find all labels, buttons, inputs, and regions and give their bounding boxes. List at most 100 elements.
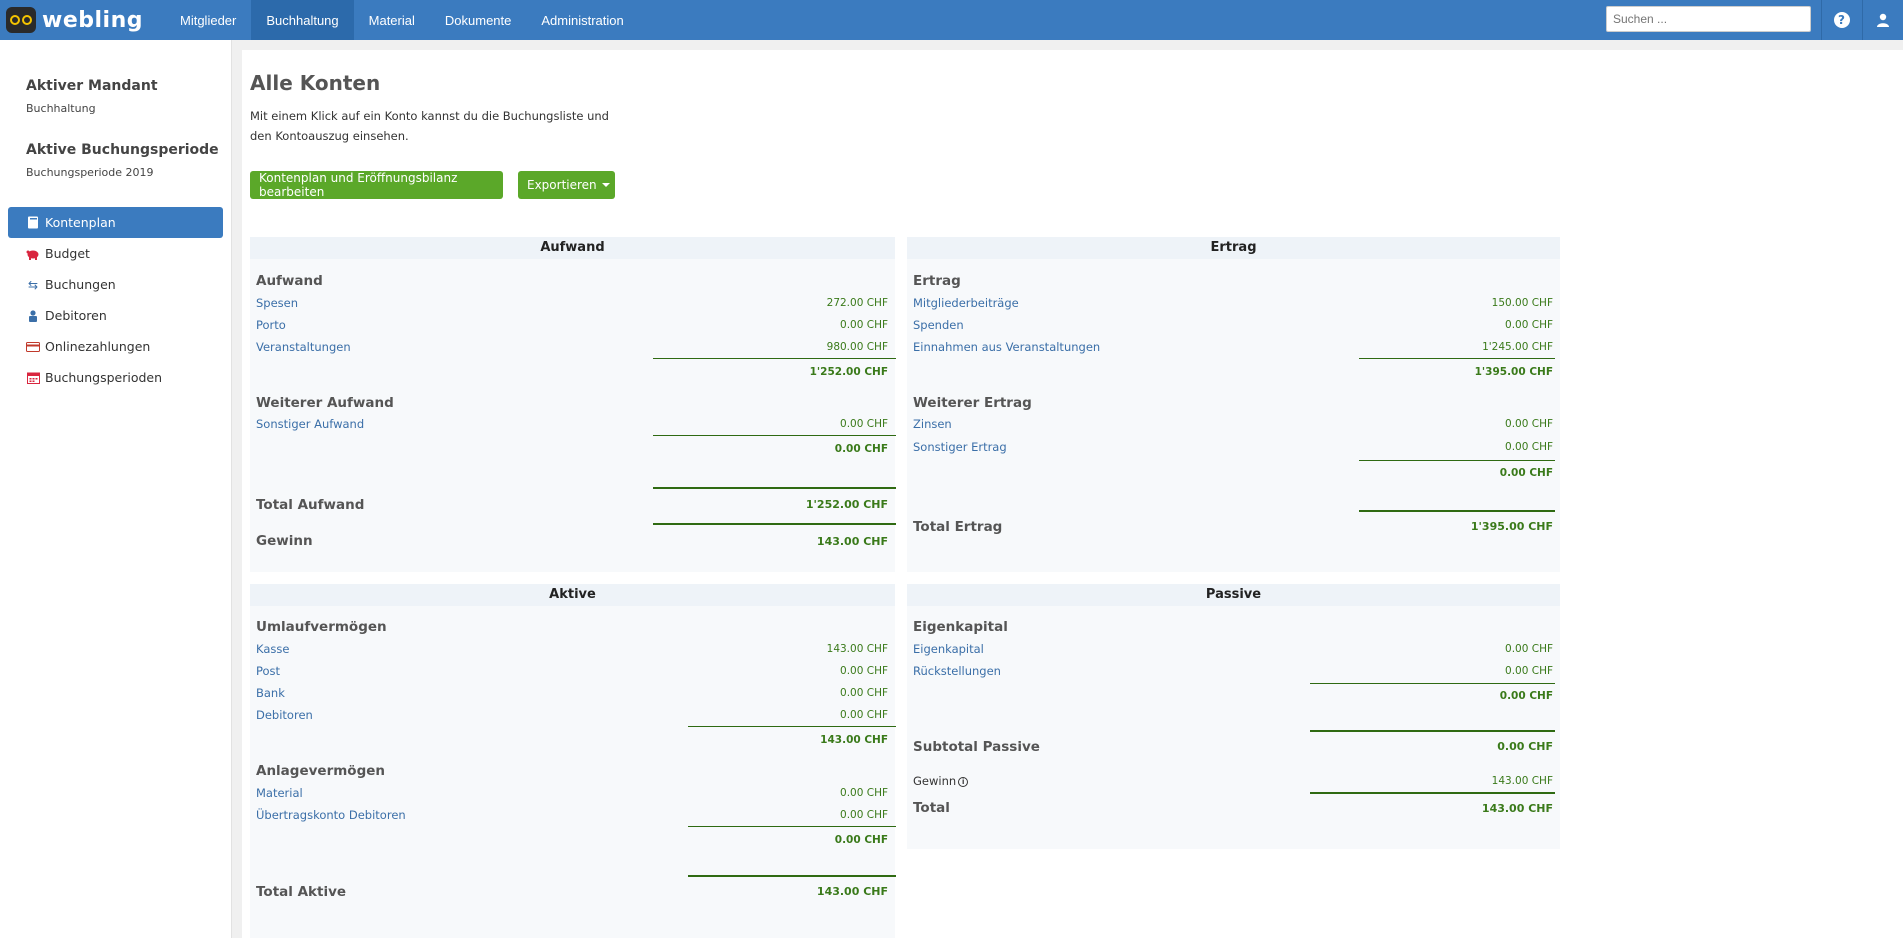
piggy-bank-icon [26,247,40,261]
total-line [688,875,896,877]
ertrag-panel: Ertrag Ertrag Mitgliederbeiträge 150.00 … [907,237,1560,572]
nav-material[interactable]: Material [354,0,430,40]
account-value: 0.00 CHF [840,809,888,821]
account-link-sonstiger-aufwand[interactable]: Sonstiger Aufwand [256,417,364,431]
subtotal-passive-label: Subtotal Passive [913,739,1040,755]
search-wrap [1606,6,1811,32]
group-sum: 1'252.00 CHF [809,366,888,378]
account-link-spesen[interactable]: Spesen [256,296,298,310]
ertrag-group-title: Ertrag [913,273,961,289]
account-value: 0.00 CHF [840,787,888,799]
account-link-sonstiger-ertrag[interactable]: Sonstiger Ertrag [913,440,1007,454]
account-link-material[interactable]: Material [256,786,303,800]
credit-card-icon [26,340,40,354]
sidebar-item-label: Budget [45,246,90,261]
total-aktive-value: 143.00 CHF [816,885,888,898]
aktive-panel: Aktive Umlaufvermögen Kasse 143.00 CHF P… [250,584,896,938]
total-line [1310,792,1555,794]
gewinn-label: Gewinn [256,533,313,549]
total-aufwand-label: Total Aufwand [256,497,365,513]
account-link-debitoren[interactable]: Debitoren [256,708,313,722]
account-link-uebertragskonto-debitoren[interactable]: Übertragskonto Debitoren [256,808,406,822]
sum-line [1359,460,1555,461]
exchange-icon: ⇆ [27,277,39,292]
sidebar-item-buchungsperioden[interactable]: Buchungsperioden [8,362,223,393]
account-link-rueckstellungen[interactable]: Rückstellungen [913,664,1001,678]
aufwand-group-title: Aufwand [256,273,323,289]
account-value: 0.00 CHF [840,709,888,721]
user-icon [1876,13,1889,27]
account-value: 0.00 CHF [1505,418,1553,430]
nav-buchhaltung[interactable]: Buchhaltung [251,0,354,40]
account-link-zinsen[interactable]: Zinsen [913,417,952,431]
account-link-eigenkapital[interactable]: Eigenkapital [913,642,984,656]
sidebar-item-debitoren[interactable]: Debitoren [8,300,223,331]
webling-logo[interactable]: webling [0,0,153,40]
search-input[interactable] [1606,6,1811,32]
logo-text: webling [42,7,143,33]
sum-line [653,435,896,436]
gewinn-value: 143.00 CHF [816,535,888,548]
account-link-kasse[interactable]: Kasse [256,642,289,656]
nav-mitglieder[interactable]: Mitglieder [165,0,251,40]
total-ertrag-label: Total Ertrag [913,519,1003,535]
sum-line [1359,358,1555,359]
nav-administration[interactable]: Administration [526,0,638,40]
passive-header: Passive [907,584,1560,606]
account-value: 1'245.00 CHF [1482,341,1553,353]
account-link-porto[interactable]: Porto [256,318,286,332]
mandant-value: Buchhaltung [26,102,96,115]
account-link-post[interactable]: Post [256,664,280,678]
caret-down-icon [601,183,610,187]
account-link-veranstaltungen[interactable]: Veranstaltungen [256,340,351,354]
sidebar-item-label: Debitoren [45,308,107,323]
aufwand-header: Aufwand [250,237,895,259]
edit-kontenplan-button[interactable]: Kontenplan und Eröffnungsbilanz bearbeit… [250,171,503,199]
total-passive-label: Total [913,800,950,816]
sum-line [688,826,896,827]
account-link-bank[interactable]: Bank [256,686,285,700]
sidebar-item-onlinezahlungen[interactable]: Onlinezahlungen [8,331,223,362]
top-bar: webling Mitglieder Buchhaltung Material … [0,0,1903,40]
total-line [1359,510,1555,512]
export-button[interactable]: Exportieren [518,171,615,199]
ertrag-header: Ertrag [907,237,1560,259]
account-link-spenden[interactable]: Spenden [913,318,964,332]
sidebar-item-budget[interactable]: Budget [8,238,223,269]
sum-line [688,726,896,727]
account-value: 0.00 CHF [1505,441,1553,453]
group-sum: 1'395.00 CHF [1474,366,1553,378]
account-link-mitgliederbeitraege[interactable]: Mitgliederbeiträge [913,296,1019,310]
nav-dokumente[interactable]: Dokumente [430,0,526,40]
account-value: 272.00 CHF [826,297,888,309]
weiterer-ertrag-title: Weiterer Ertrag [913,395,1032,411]
total-line [1310,730,1555,732]
account-value: 0.00 CHF [840,418,888,430]
main-content: Alle Konten Mit einem Klick auf ein Kont… [242,50,1903,938]
total-line [653,523,896,525]
user-button[interactable] [1862,0,1902,40]
account-value: 143.00 CHF [826,643,888,655]
help-button[interactable]: ? [1821,0,1861,40]
sidebar-item-kontenplan[interactable]: Kontenplan [8,207,223,238]
anlagevermoegen-title: Anlagevermögen [256,763,386,779]
info-icon[interactable]: i [958,776,969,787]
subtotal-passive-value: 0.00 CHF [1497,740,1553,753]
sidebar-item-label: Buchungen [45,277,116,292]
account-value: 0.00 CHF [1505,665,1553,677]
account-link-einnahmen-veranstaltungen[interactable]: Einnahmen aus Veranstaltungen [913,340,1100,354]
sidebar-item-label: Kontenplan [45,215,116,230]
help-icon: ? [1833,12,1850,28]
sidebar-item-buchungen[interactable]: ⇆ Buchungen [8,269,223,300]
group-sum: 0.00 CHF [834,834,888,846]
sidebar-menu: Kontenplan Budget ⇆ Buchungen Debitoren … [8,207,223,393]
gewinn-row: Gewinn i [913,774,969,788]
page-title: Alle Konten [250,71,381,95]
sidebar-item-label: Onlinezahlungen [45,339,151,354]
aufwand-panel: Aufwand Aufwand Spesen 272.00 CHF Porto … [250,237,896,572]
export-button-label: Exportieren [527,178,597,192]
periode-value: Buchungsperiode 2019 [26,166,154,179]
mandant-title: Aktiver Mandant [26,78,158,94]
total-ertrag-value: 1'395.00 CHF [1470,520,1553,533]
sum-line [1310,683,1555,684]
